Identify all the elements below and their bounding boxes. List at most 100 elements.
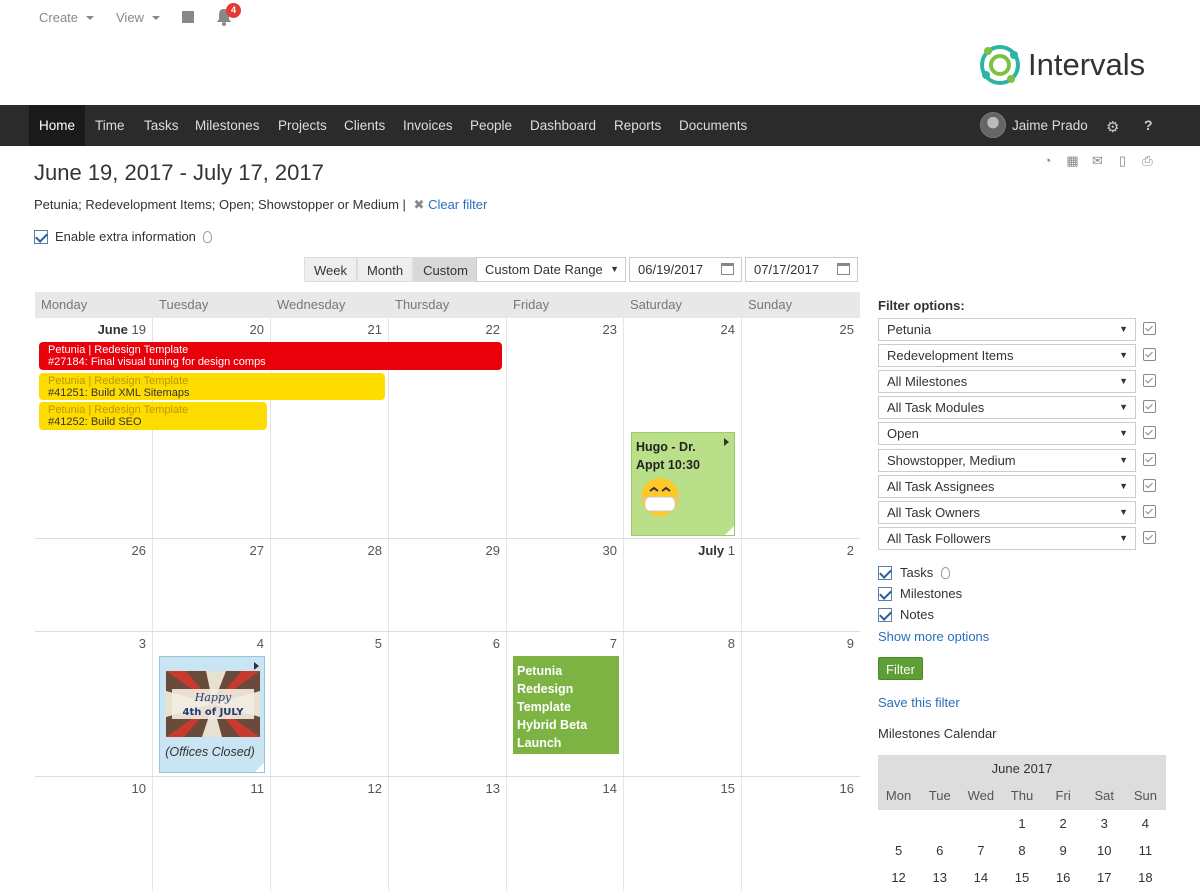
status-select[interactable]: Open ▼ (878, 422, 1136, 445)
mini-day[interactable]: 17 (1084, 864, 1125, 891)
mini-day[interactable]: 9 (1043, 837, 1084, 864)
follower-select[interactable]: All Task Followers ▼ (878, 527, 1136, 550)
nav-home[interactable]: Home (29, 105, 86, 146)
day-cell[interactable]: 28 (271, 539, 389, 631)
mini-day[interactable]: 6 (919, 837, 960, 864)
email-icon[interactable]: ✉ (1090, 153, 1105, 168)
expand-arrow-icon[interactable] (724, 438, 729, 446)
task-event-41251[interactable]: Petunia | Redesign Template #41251: Buil… (39, 373, 385, 400)
mini-day[interactable]: 2 (1043, 810, 1084, 837)
save-filter-link[interactable]: Save this filter (878, 695, 960, 710)
expand-arrow-icon[interactable] (254, 662, 259, 670)
mini-day[interactable]: 1 (1001, 810, 1042, 837)
nav-documents[interactable]: Documents (669, 105, 757, 146)
user-menu[interactable]: Jaime Prado (980, 112, 1088, 138)
multi-select-icon[interactable] (1143, 400, 1156, 413)
assignee-select[interactable]: All Task Assignees ▼ (878, 475, 1136, 498)
mini-day[interactable]: 10 (1084, 837, 1125, 864)
milestones-checkbox[interactable] (878, 586, 892, 601)
mini-day[interactable]: 3 (1084, 810, 1125, 837)
day-cell[interactable]: 15 (624, 777, 742, 891)
show-tasks-option[interactable]: Tasks (878, 565, 951, 580)
lightbulb-icon[interactable] (941, 566, 951, 579)
filter-button[interactable]: Filter (878, 657, 923, 680)
multi-select-icon[interactable] (1143, 479, 1156, 492)
multi-select-icon[interactable] (1143, 322, 1156, 335)
owner-select[interactable]: All Task Owners ▼ (878, 501, 1136, 524)
start-date-input[interactable]: 06/19/2017 (629, 257, 742, 282)
week-view-button[interactable]: Week (304, 257, 357, 282)
multi-select-icon[interactable] (1143, 348, 1156, 361)
milestone-select[interactable]: All Milestones ▼ (878, 370, 1136, 393)
mini-day[interactable]: 7 (960, 837, 1001, 864)
milestone-hybrid-beta-launch[interactable]: Petunia Redesign Template Hybrid Beta La… (513, 656, 619, 754)
day-cell[interactable]: July 1 (624, 539, 742, 631)
multi-select-icon[interactable] (1143, 374, 1156, 387)
pdf-icon[interactable]: ▯ (1115, 153, 1130, 168)
multi-select-icon[interactable] (1143, 505, 1156, 518)
mini-day[interactable]: 12 (878, 864, 919, 891)
day-cell[interactable]: 12 (271, 777, 389, 891)
mini-day[interactable]: 18 (1125, 864, 1166, 891)
notes-checkbox[interactable] (878, 607, 892, 622)
create-menu[interactable]: Create (39, 10, 95, 25)
nav-projects[interactable]: Projects (268, 105, 337, 146)
mini-day[interactable]: 5 (878, 837, 919, 864)
calendar-icon[interactable] (837, 263, 850, 275)
mini-day[interactable]: 11 (1125, 837, 1166, 864)
multi-select-icon[interactable] (1143, 453, 1156, 466)
module-select[interactable]: All Task Modules ▼ (878, 396, 1136, 419)
date-range-select[interactable]: Custom Date Range ▼ (476, 257, 626, 282)
day-cell[interactable]: 16 (742, 777, 860, 891)
notifications-button[interactable]: 4 (214, 3, 241, 29)
day-cell[interactable]: 3 (35, 632, 153, 776)
mini-day[interactable]: 16 (1043, 864, 1084, 891)
month-view-button[interactable]: Month (357, 257, 414, 282)
help-icon[interactable]: ? (1144, 117, 1153, 133)
day-cell[interactable]: 23 (507, 318, 624, 538)
day-cell[interactable]: 6 (389, 632, 507, 776)
priority-select[interactable]: Showstopper, Medium ▼ (878, 449, 1136, 472)
gear-icon[interactable]: ⚙ (1106, 118, 1119, 136)
view-menu[interactable]: View (116, 10, 160, 25)
nav-clients[interactable]: Clients (334, 105, 395, 146)
clear-filter-link[interactable]: ✖ Clear filter (414, 197, 488, 212)
extra-info-toggle[interactable]: Enable extra information (34, 229, 212, 244)
day-cell[interactable]: 14 (507, 777, 624, 891)
day-cell[interactable]: 29 (389, 539, 507, 631)
mini-day[interactable]: 4 (1125, 810, 1166, 837)
day-cell[interactable]: 10 (35, 777, 153, 891)
mini-day[interactable]: 15 (1001, 864, 1042, 891)
print-icon[interactable]: ⎙ (1140, 153, 1155, 168)
multi-select-icon[interactable] (1143, 531, 1156, 544)
nav-tasks[interactable]: Tasks (134, 105, 189, 146)
calendar-export-icon[interactable]: ▦ (1065, 153, 1080, 168)
task-event-27184[interactable]: Petunia | Redesign Template #27184: Fina… (39, 342, 502, 370)
rss-icon[interactable]: ◔ (1040, 153, 1055, 168)
calendar-icon[interactable] (721, 263, 734, 275)
day-cell[interactable]: 5 (271, 632, 389, 776)
day-cell[interactable]: 30 (507, 539, 624, 631)
calendar-note-july4[interactable]: Happy 4th of JULY (Offices Closed) (159, 656, 265, 773)
show-milestones-option[interactable]: Milestones (878, 586, 962, 601)
nav-time[interactable]: Time (85, 105, 135, 146)
day-cell[interactable]: 25 (742, 318, 860, 538)
multi-select-icon[interactable] (1143, 426, 1156, 439)
mini-day[interactable]: 14 (960, 864, 1001, 891)
project-select[interactable]: Redevelopment Items ▼ (878, 344, 1136, 367)
lightbulb-icon[interactable] (202, 230, 212, 243)
calendar-note-hugo[interactable]: Hugo - Dr. Appt 10:30 (631, 432, 735, 536)
day-cell[interactable]: 13 (389, 777, 507, 891)
client-select[interactable]: Petunia ▼ (878, 318, 1136, 341)
intervals-logo[interactable]: Intervals (978, 42, 1158, 88)
day-cell[interactable]: 2 (742, 539, 860, 631)
nav-reports[interactable]: Reports (604, 105, 671, 146)
day-cell[interactable]: 27 (153, 539, 271, 631)
day-cell[interactable]: 26 (35, 539, 153, 631)
nav-invoices[interactable]: Invoices (393, 105, 463, 146)
custom-view-button[interactable]: Custom (413, 257, 478, 282)
nav-milestones[interactable]: Milestones (185, 105, 270, 146)
tasks-checkbox[interactable] (878, 565, 892, 580)
day-cell[interactable]: 8 (624, 632, 742, 776)
extra-info-checkbox[interactable] (34, 229, 48, 244)
